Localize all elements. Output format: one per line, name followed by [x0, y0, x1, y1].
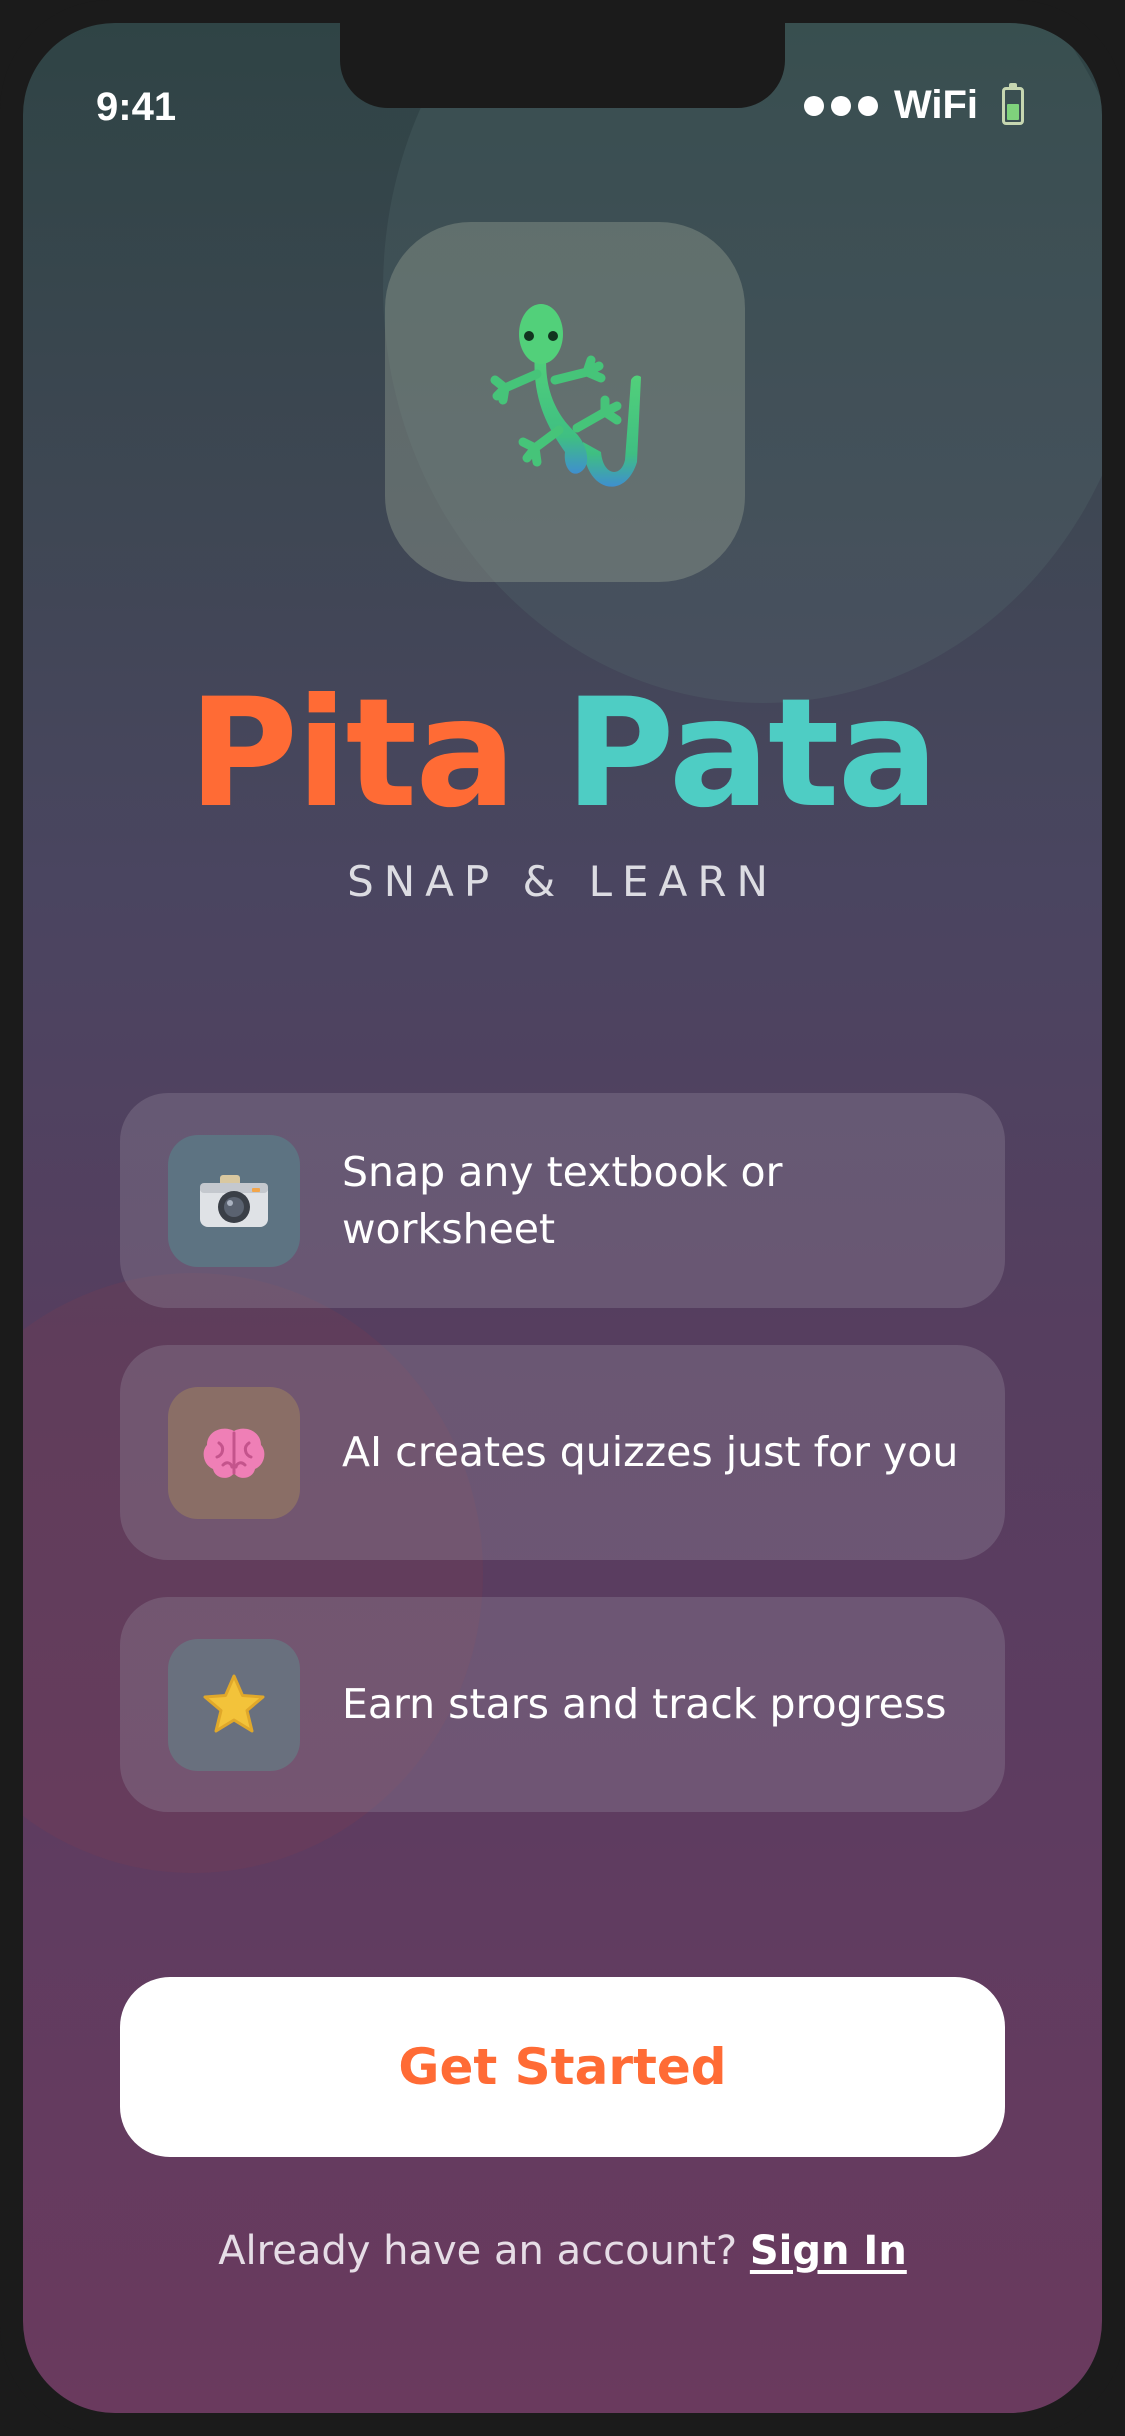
app-logo — [385, 222, 745, 582]
feature-text: Snap any textbook or worksheet — [342, 1147, 783, 1253]
gecko-icon — [490, 304, 641, 487]
feature-icon-tile — [168, 1386, 300, 1519]
app-tagline: SNAP & LEARN — [347, 857, 778, 906]
app-title-part1: Pita — [188, 667, 516, 841]
camera-icon — [200, 1174, 268, 1227]
feature-icon-tile — [168, 1134, 300, 1267]
status-bar: 9:41 WiFi — [23, 23, 1102, 133]
phone-frame: 9:41 WiFi Pita Pata SNAP & LEARN Snap an… — [0, 0, 1125, 2436]
feature-text: AI creates quizzes just for you — [342, 1428, 959, 1476]
feature-card-snap: Snap any textbook or worksheet — [120, 1093, 1005, 1308]
sign-in-link[interactable]: Sign In — [750, 2228, 907, 2274]
signin-row: Already have an account? Sign In — [23, 2228, 1102, 2274]
feature-card-progress: Earn stars and track progress — [120, 1597, 1005, 1812]
star-icon — [203, 1674, 265, 1732]
signin-prompt: Already have an account? — [218, 2228, 738, 2274]
status-indicators: WiFi — [803, 82, 1024, 128]
welcome-screen: 9:41 WiFi Pita Pata SNAP & LEARN Snap an… — [23, 23, 1102, 2413]
feature-icon-tile — [168, 1638, 300, 1771]
battery-icon — [1002, 82, 1024, 125]
status-time: 9:41 — [96, 85, 177, 129]
app-title: Pita Pata — [23, 679, 1102, 829]
brain-icon — [203, 1428, 265, 1478]
signal-dots-icon — [803, 95, 878, 116]
network-label: WiFi — [893, 83, 978, 127]
feature-card-quiz: AI creates quizzes just for you — [120, 1345, 1005, 1560]
app-title-part2: Pata — [564, 667, 939, 841]
get-started-button[interactable]: Get Started — [120, 1977, 1005, 2157]
feature-text: Earn stars and track progress — [342, 1680, 947, 1728]
